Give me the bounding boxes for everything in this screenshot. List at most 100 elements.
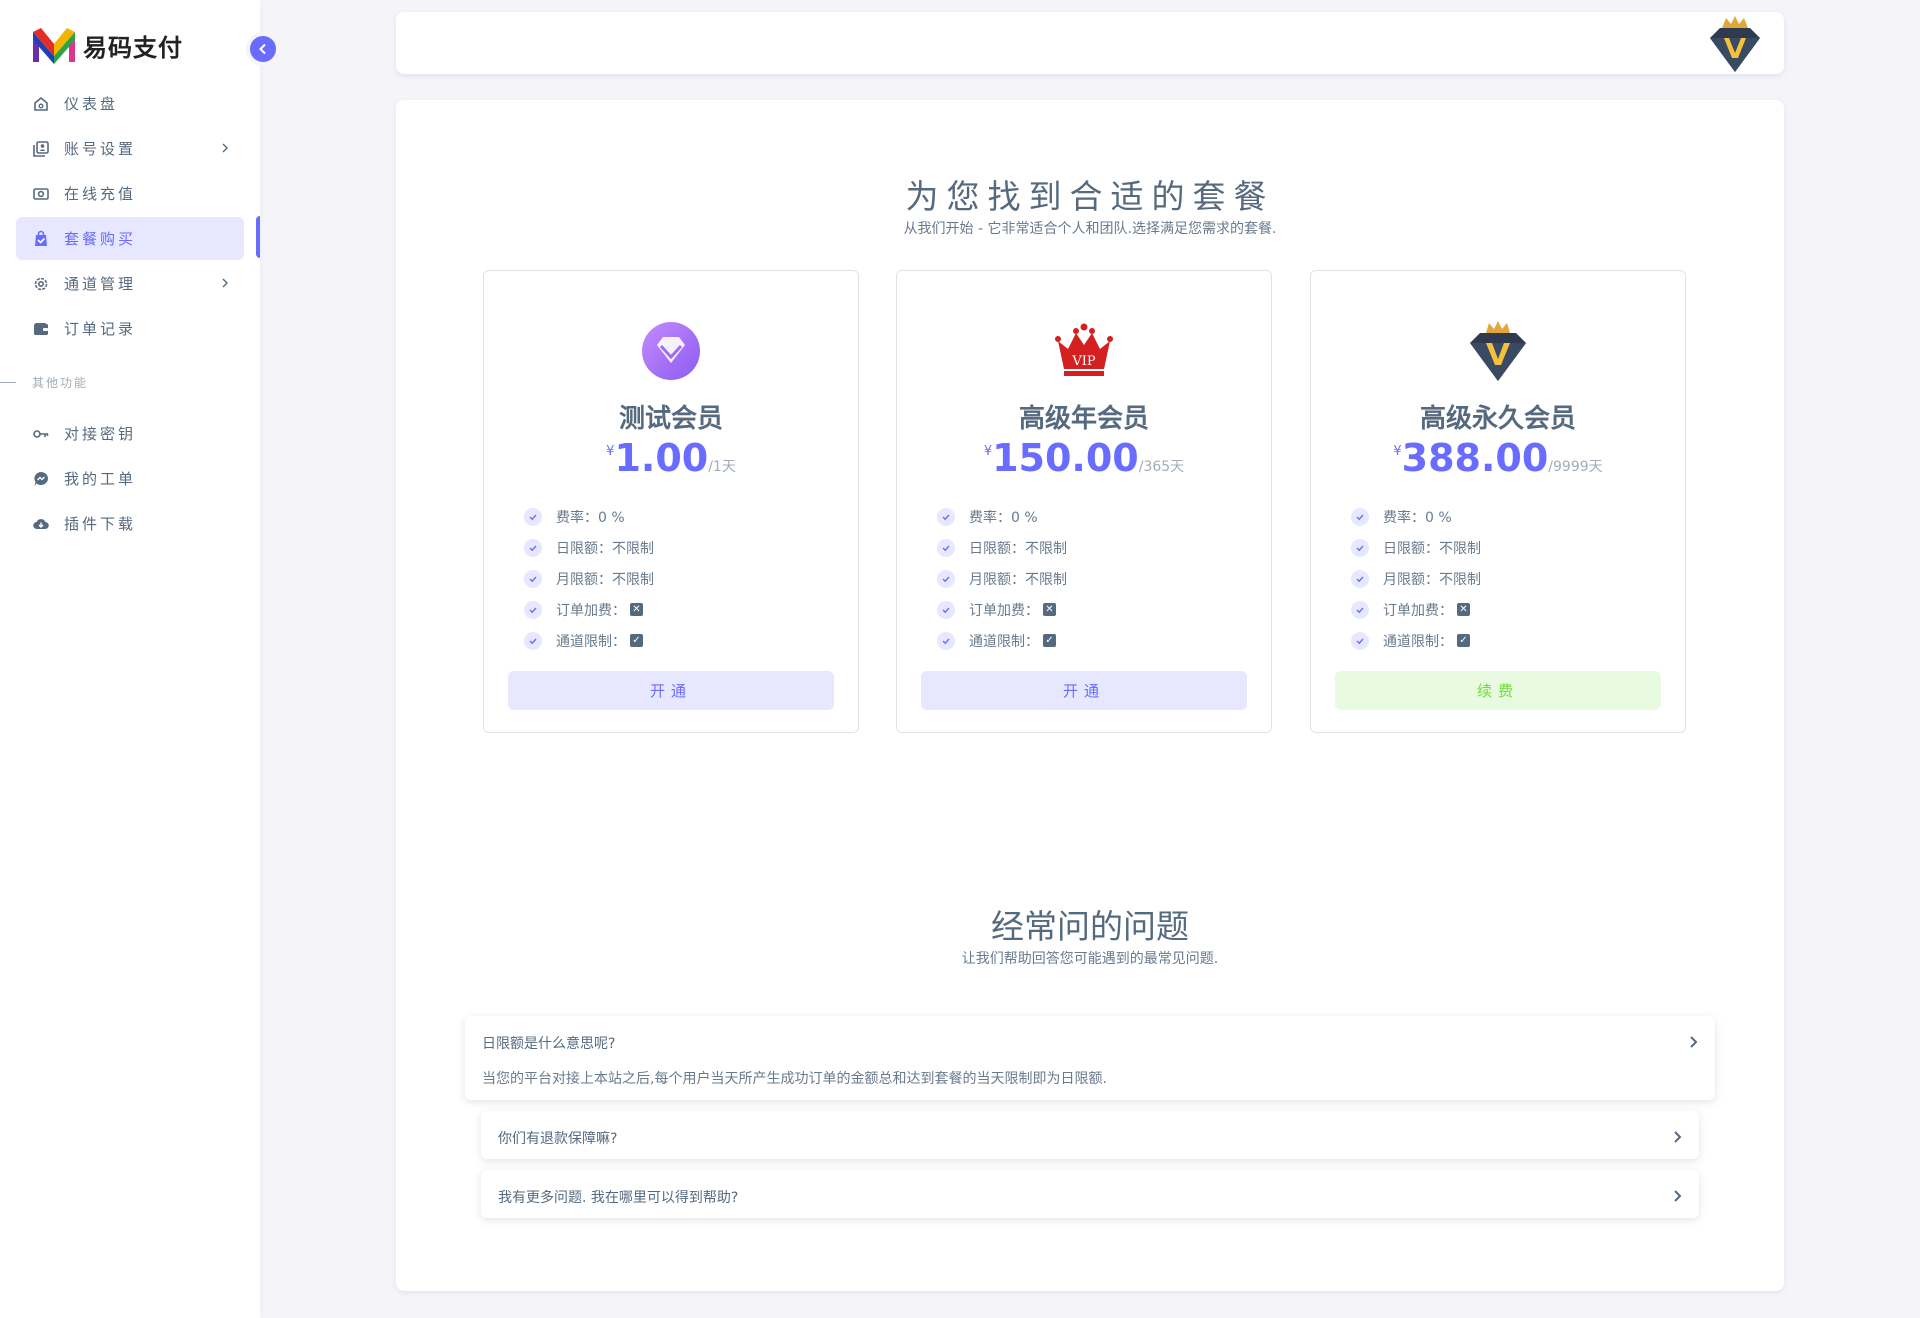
check-icon <box>1351 631 1369 650</box>
faq-question: 日限额是什么意思呢? <box>482 1036 616 1052</box>
chevron-right-icon <box>222 143 228 153</box>
price-amount: 150.00 <box>992 436 1139 480</box>
vip-crown-icon: VIP <box>1055 323 1113 376</box>
activate-button[interactable]: 开通 <box>508 671 834 710</box>
feature-list: 费率：0 % 日限额：不限制 月限额：不限制 订单加费： ✕ 通道限制： ✓ <box>524 501 654 656</box>
gear-icon <box>32 275 50 293</box>
recharge-icon <box>32 185 50 203</box>
check-icon <box>524 538 542 557</box>
list-item: 日限额：不限制 <box>1351 532 1481 563</box>
sidebar-item-label: 我的工单 <box>64 470 137 488</box>
faq-title: 经常问的问题 <box>991 907 1189 946</box>
feature-text: 日限额：不限制 <box>969 540 1067 557</box>
section-header-label: 其他功能 <box>32 375 89 390</box>
account-icon <box>32 140 50 158</box>
list-item: 订单加费： ✕ <box>524 594 654 625</box>
faq-question: 我有更多问题. 我在哪里可以得到帮助? <box>498 1190 739 1206</box>
feature-text: 通道限制： <box>556 633 626 650</box>
list-item: 月限额：不限制 <box>937 563 1067 594</box>
check-icon <box>524 569 542 588</box>
sidebar-item-recharge[interactable]: 在线充值 <box>16 172 244 215</box>
currency-symbol: ¥ <box>606 444 615 459</box>
price-amount: 1.00 <box>614 436 709 480</box>
chevron-right-icon <box>222 278 228 288</box>
pricing-subtitle: 从我们开始 - 它非常适合个人和团队.选择满足您需求的套餐. <box>903 221 1277 237</box>
sidebar-item-label: 通道管理 <box>64 275 137 293</box>
check-box-icon: ✓ <box>1457 634 1470 647</box>
crown-v-diamond-icon <box>1470 321 1526 381</box>
sidebar-item-dashboard[interactable]: 仪表盘 <box>16 82 244 125</box>
feature-text: 月限额：不限制 <box>969 571 1067 588</box>
x-box-icon: ✕ <box>630 603 643 616</box>
renew-button[interactable]: 续费 <box>1335 671 1661 710</box>
feature-list: 费率：0 % 日限额：不限制 月限额：不限制 订单加费： ✕ 通道限制： ✓ <box>1351 501 1481 656</box>
plan-card-trial: 测试会员 ¥1.00/1天 费率：0 % 日限额：不限制 月限额：不限制 订单加… <box>483 270 859 733</box>
main-card: 为您找到合适的套餐 从我们开始 - 它非常适合个人和团队.选择满足您需求的套餐.… <box>396 100 1784 1291</box>
sidebar-item-my-tickets[interactable]: 我的工单 <box>16 457 244 500</box>
currency-symbol: ¥ <box>983 444 993 459</box>
faq-item-daily-limit[interactable]: 日限额是什么意思呢? 当您的平台对接上本站之后,每个用户当天所产生成功订单的金额… <box>465 1016 1715 1100</box>
plan-price: ¥150.00/365天 <box>897 436 1271 480</box>
price-period: /365天 <box>1138 459 1185 475</box>
plan-card-annual: VIP 高级年会员 ¥150.00/365天 费率：0 % 日限额：不限制 月限… <box>896 270 1272 733</box>
brand-name: 易码支付 <box>83 32 183 62</box>
svg-text:VIP: VIP <box>1071 354 1096 369</box>
feature-text: 日限额：不限制 <box>1383 540 1481 557</box>
feature-text: 订单加费： <box>1383 602 1453 619</box>
sidebar-item-channel-management[interactable]: 通道管理 <box>16 262 244 305</box>
list-item: 月限额：不限制 <box>1351 563 1481 594</box>
divider <box>0 381 16 383</box>
list-item: 月限额：不限制 <box>524 563 654 594</box>
currency-symbol: ¥ <box>1393 444 1402 459</box>
list-item: 订单加费： ✕ <box>1351 594 1481 625</box>
sidebar-item-label: 对接密钥 <box>64 425 137 443</box>
check-icon <box>937 538 955 557</box>
list-item: 通道限制： ✓ <box>524 625 654 656</box>
list-item: 通道限制： ✓ <box>1351 625 1481 656</box>
list-item: 日限额：不限制 <box>937 532 1067 563</box>
sidebar-nav: 仪表盘 账号设置 在线充值 套餐购买 通道管理 订单记录 其他功能 对接密钥 我… <box>0 82 244 547</box>
user-avatar-vip-icon[interactable] <box>1702 12 1768 78</box>
sidebar-item-label: 在线充值 <box>64 185 137 203</box>
chevron-right-icon <box>1674 1131 1682 1143</box>
sidebar-collapse-button[interactable] <box>246 32 280 66</box>
list-item: 费率：0 % <box>1351 501 1481 532</box>
logo-icon <box>33 28 75 64</box>
check-icon <box>937 569 955 588</box>
activate-button[interactable]: 开通 <box>921 671 1247 710</box>
list-item: 日限额：不限制 <box>524 532 654 563</box>
faq-answer: 当您的平台对接上本站之后,每个用户当天所产生成功订单的金额总和达到套餐的当天限制… <box>482 1071 1107 1087</box>
wallet-icon <box>32 320 50 338</box>
list-item: 费率：0 % <box>937 501 1067 532</box>
sidebar-item-order-records[interactable]: 订单记录 <box>16 307 244 350</box>
check-box-icon: ✓ <box>630 634 643 647</box>
sidebar-item-label: 订单记录 <box>64 320 137 338</box>
sidebar-item-label: 账号设置 <box>64 140 137 158</box>
plan-price: ¥388.00/9999天 <box>1311 436 1685 480</box>
plan-name: 高级年会员 <box>1018 404 1149 434</box>
plan-card-permanent: 高级永久会员 ¥388.00/9999天 费率：0 % 日限额：不限制 月限额：… <box>1310 270 1686 733</box>
sidebar-item-account-settings[interactable]: 账号设置 <box>16 127 244 170</box>
faq-item-refund[interactable]: 你们有退款保障嘛? <box>481 1111 1699 1159</box>
chevron-right-icon <box>1674 1190 1682 1202</box>
cloud-download-icon <box>32 515 50 533</box>
brand-logo[interactable]: 易码支付 <box>31 25 183 65</box>
check-icon <box>524 507 542 526</box>
check-icon <box>1351 569 1369 588</box>
home-icon <box>32 95 50 113</box>
feature-list: 费率：0 % 日限额：不限制 月限额：不限制 订单加费： ✕ 通道限制： ✓ <box>937 501 1067 656</box>
feature-text: 费率：0 % <box>969 509 1038 526</box>
sidebar-item-plugin-download[interactable]: 插件下载 <box>16 502 244 545</box>
x-box-icon: ✕ <box>1457 603 1470 616</box>
list-item: 订单加费： ✕ <box>937 594 1067 625</box>
price-amount: 388.00 <box>1401 436 1549 480</box>
plan-name: 测试会员 <box>618 404 723 434</box>
sidebar-item-api-key[interactable]: 对接密钥 <box>16 412 244 455</box>
plan-price: ¥1.00/1天 <box>484 436 858 480</box>
sidebar-item-label: 套餐购买 <box>64 230 137 248</box>
faq-item-more-help[interactable]: 我有更多问题. 我在哪里可以得到帮助? <box>481 1170 1699 1218</box>
sidebar-item-package-purchase[interactable]: 套餐购买 <box>16 217 244 260</box>
check-icon <box>1351 600 1369 619</box>
x-box-icon: ✕ <box>1043 603 1056 616</box>
check-icon <box>1351 538 1369 557</box>
